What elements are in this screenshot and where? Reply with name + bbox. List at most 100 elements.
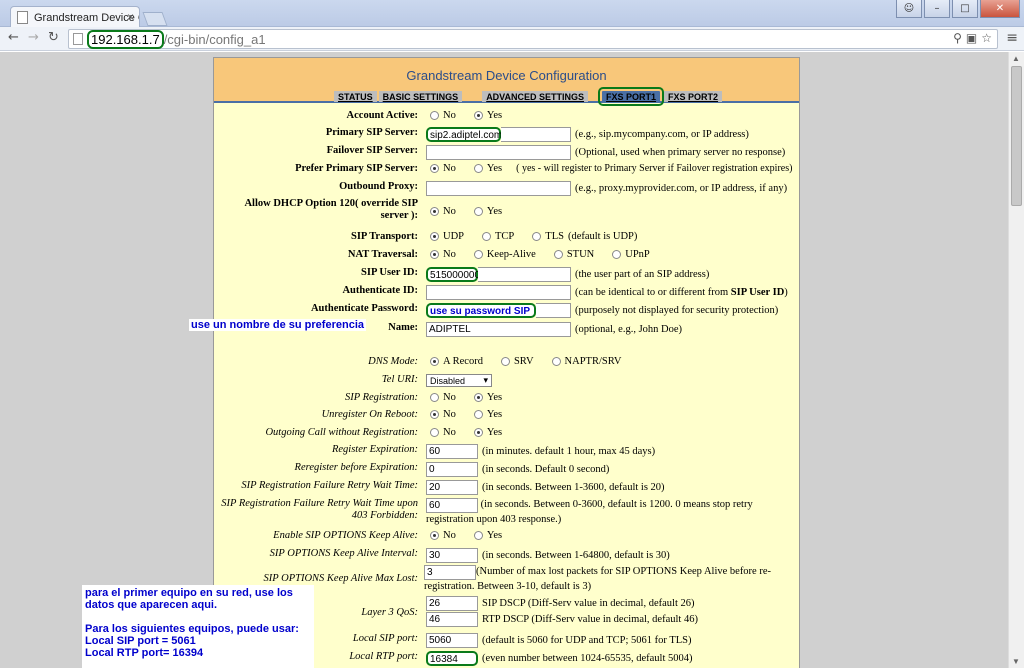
radio-stun[interactable] xyxy=(553,250,563,259)
user-icon[interactable]: ☺ xyxy=(896,0,922,18)
hint: (in seconds. Between 1-64800, default is… xyxy=(482,550,670,561)
radio-a-record[interactable] xyxy=(430,357,439,366)
failover-sip-input[interactable] xyxy=(426,145,571,160)
close-tab-icon[interactable]: × xyxy=(127,10,134,24)
radio-tcp[interactable] xyxy=(482,232,492,241)
auth-password-input-rest[interactable] xyxy=(536,303,571,318)
browser-tab[interactable]: Grandstream Device Configu × xyxy=(10,6,140,28)
option-label: STUN xyxy=(566,249,595,260)
label: Unregister On Reboot: xyxy=(321,409,418,420)
label: DNS Mode: xyxy=(368,356,418,367)
radio-no[interactable] xyxy=(430,428,439,437)
reload-icon[interactable]: ↻ xyxy=(48,30,59,45)
page-icon xyxy=(17,11,28,24)
option-label: No xyxy=(443,206,456,217)
hint: (the user part of an SIP address) xyxy=(575,269,710,280)
radio-no[interactable] xyxy=(430,207,439,216)
options-interval-input[interactable]: 30 xyxy=(426,548,478,563)
radio-no[interactable] xyxy=(430,531,439,540)
tab-advanced-settings[interactable]: ADVANCED SETTINGS xyxy=(482,91,589,102)
primary-sip-input[interactable]: sip2.adiptel.com xyxy=(426,127,502,142)
sip-user-id-input[interactable]: 515000000 xyxy=(426,267,480,282)
hint: (default is 5060 for UDP and TCP; 5061 f… xyxy=(482,635,692,646)
hint-text: (can be identical to or different from xyxy=(575,287,731,298)
option-label: No xyxy=(443,409,456,420)
radio-upnp[interactable] xyxy=(612,250,622,259)
maximize-icon[interactable]: □ xyxy=(952,0,978,18)
vertical-scrollbar[interactable]: ▲ ▼ xyxy=(1008,52,1024,668)
hint: SIP DSCP (Diff-Serv value in decimal, de… xyxy=(482,598,695,609)
primary-sip-input-rest[interactable] xyxy=(501,127,571,142)
radio-yes[interactable] xyxy=(473,428,483,437)
radio-no[interactable] xyxy=(430,250,439,259)
hint-text: ) xyxy=(784,287,788,298)
local-sip-port-input[interactable]: 5060 xyxy=(426,633,478,648)
name-annotation: use un nombre de su preferencia xyxy=(189,319,366,331)
option-label: UPnP xyxy=(625,249,650,260)
option-label: No xyxy=(443,249,456,260)
radio-keepalive[interactable] xyxy=(473,250,483,259)
page-viewport: Grandstream Device Configuration STATUS … xyxy=(0,52,1008,668)
scrollbar-thumb[interactable] xyxy=(1011,66,1022,206)
radio-yes[interactable] xyxy=(473,164,483,173)
radio-no[interactable] xyxy=(430,164,439,173)
hint: (Number of max lost packets for SIP OPTI… xyxy=(424,566,771,592)
browser-toolbar: ← → ↻ 192.168.1.7 /cgi-bin/config_a1 ⚲▣☆… xyxy=(0,27,1024,51)
new-tab-button[interactable] xyxy=(142,12,168,26)
radio-yes[interactable] xyxy=(473,531,483,540)
radio-naptr[interactable] xyxy=(551,357,561,366)
tab-fxs-port1[interactable]: FXS PORT1 xyxy=(598,87,665,106)
radio-yes[interactable] xyxy=(473,410,483,419)
address-bar[interactable]: 192.168.1.7 /cgi-bin/config_a1 xyxy=(68,29,998,49)
radio-yes[interactable] xyxy=(473,207,483,216)
browser-titlebar: Grandstream Device Configu × ☺ – □ ✕ xyxy=(0,0,1024,28)
extension-icons[interactable]: ⚲▣☆ xyxy=(953,31,996,45)
radio-srv[interactable] xyxy=(500,357,510,366)
register-expiration-input[interactable]: 60 xyxy=(426,444,478,459)
back-icon[interactable]: ← xyxy=(8,30,19,45)
outbound-proxy-input[interactable] xyxy=(426,181,571,196)
label: Outgoing Call without Registration: xyxy=(265,427,418,438)
tel-uri-select[interactable]: Disabled ▾ xyxy=(426,374,492,387)
label: Failover SIP Server: xyxy=(326,145,418,156)
local-rtp-port-input[interactable]: 16384 xyxy=(426,651,478,666)
label: SIP Transport: xyxy=(351,231,418,242)
panel-header: Grandstream Device Configuration STATUS … xyxy=(214,58,799,106)
tab-status[interactable]: STATUS xyxy=(334,91,377,102)
tab-basic-settings[interactable]: BASIC SETTINGS xyxy=(378,91,463,102)
reregister-input[interactable]: 0 xyxy=(426,462,478,477)
label: Local RTP port: xyxy=(349,651,418,662)
radio-no[interactable] xyxy=(430,393,439,402)
auth-password-input[interactable]: use su password SIP xyxy=(426,303,536,318)
sip-dscp-input[interactable]: 26 xyxy=(426,596,478,611)
radio-yes[interactable] xyxy=(473,393,483,402)
name-input[interactable]: ADIPTEL xyxy=(426,322,571,337)
radio-yes[interactable] xyxy=(473,111,483,120)
label: Authenticate ID: xyxy=(342,285,418,296)
close-window-icon[interactable]: ✕ xyxy=(980,0,1020,18)
minimize-icon[interactable]: – xyxy=(924,0,950,18)
radio-tls[interactable] xyxy=(532,232,542,241)
reg-fail-403-input[interactable]: 60 xyxy=(426,498,478,513)
reg-fail-retry-input[interactable]: 20 xyxy=(426,480,478,495)
option-label: No xyxy=(443,530,456,541)
radio-no[interactable] xyxy=(430,111,439,120)
tab-fxs-port2[interactable]: FXS PORT2 xyxy=(664,91,723,102)
label: SIP Registration Failure Retry Wait Time… xyxy=(241,480,418,491)
label: SIP OPTIONS Keep Alive Interval: xyxy=(269,548,418,559)
option-label: NAPTR/SRV xyxy=(564,356,622,367)
sip-user-id-input-rest[interactable] xyxy=(478,267,571,282)
label: Name: xyxy=(388,322,418,333)
label: Local SIP port: xyxy=(352,633,418,644)
option-label: Yes xyxy=(486,427,503,438)
radio-no[interactable] xyxy=(430,410,439,419)
rtp-dscp-input[interactable]: 46 xyxy=(426,612,478,627)
scroll-down-icon[interactable]: ▼ xyxy=(1012,657,1020,666)
forward-icon[interactable]: → xyxy=(28,30,39,45)
radio-udp[interactable] xyxy=(430,232,439,241)
auth-id-input[interactable] xyxy=(426,285,571,300)
annotation-line: Local SIP port = 5061 xyxy=(85,635,196,647)
scroll-up-icon[interactable]: ▲ xyxy=(1012,54,1020,63)
wrench-icon[interactable]: ≡ xyxy=(1006,30,1018,46)
options-max-lost-input[interactable]: 3 xyxy=(424,565,476,580)
